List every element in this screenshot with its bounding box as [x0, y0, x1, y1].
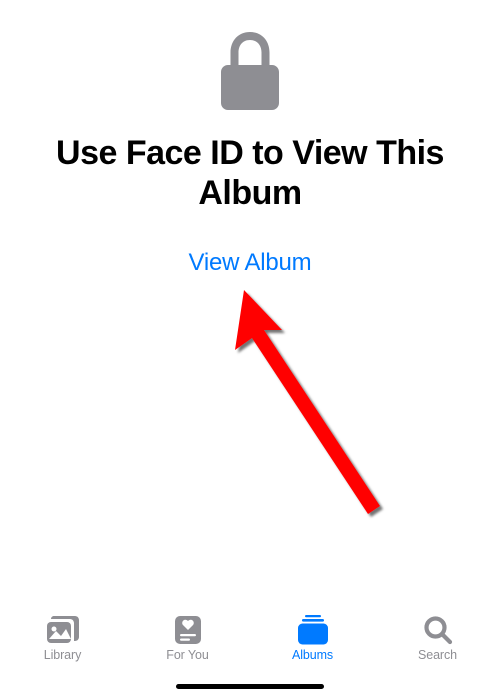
search-icon — [421, 615, 455, 645]
view-album-button[interactable]: View Album — [189, 249, 312, 277]
tab-label: Albums — [292, 648, 333, 662]
lock-icon — [221, 32, 279, 115]
tab-for-you[interactable]: For You — [125, 613, 250, 664]
tab-library[interactable]: Library — [0, 613, 125, 664]
tab-label: For You — [166, 648, 208, 662]
albums-icon — [296, 615, 330, 645]
locked-album-screen: Use Face ID to View This Album View Albu… — [0, 0, 500, 607]
tab-label: Search — [418, 648, 457, 662]
tab-albums[interactable]: Albums — [250, 613, 375, 664]
locked-album-title: Use Face ID to View This Album — [0, 133, 500, 213]
tab-label: Library — [44, 648, 82, 662]
tab-search[interactable]: Search — [375, 613, 500, 664]
for-you-icon — [171, 615, 205, 645]
home-indicator[interactable] — [176, 684, 324, 690]
library-icon — [46, 615, 80, 645]
